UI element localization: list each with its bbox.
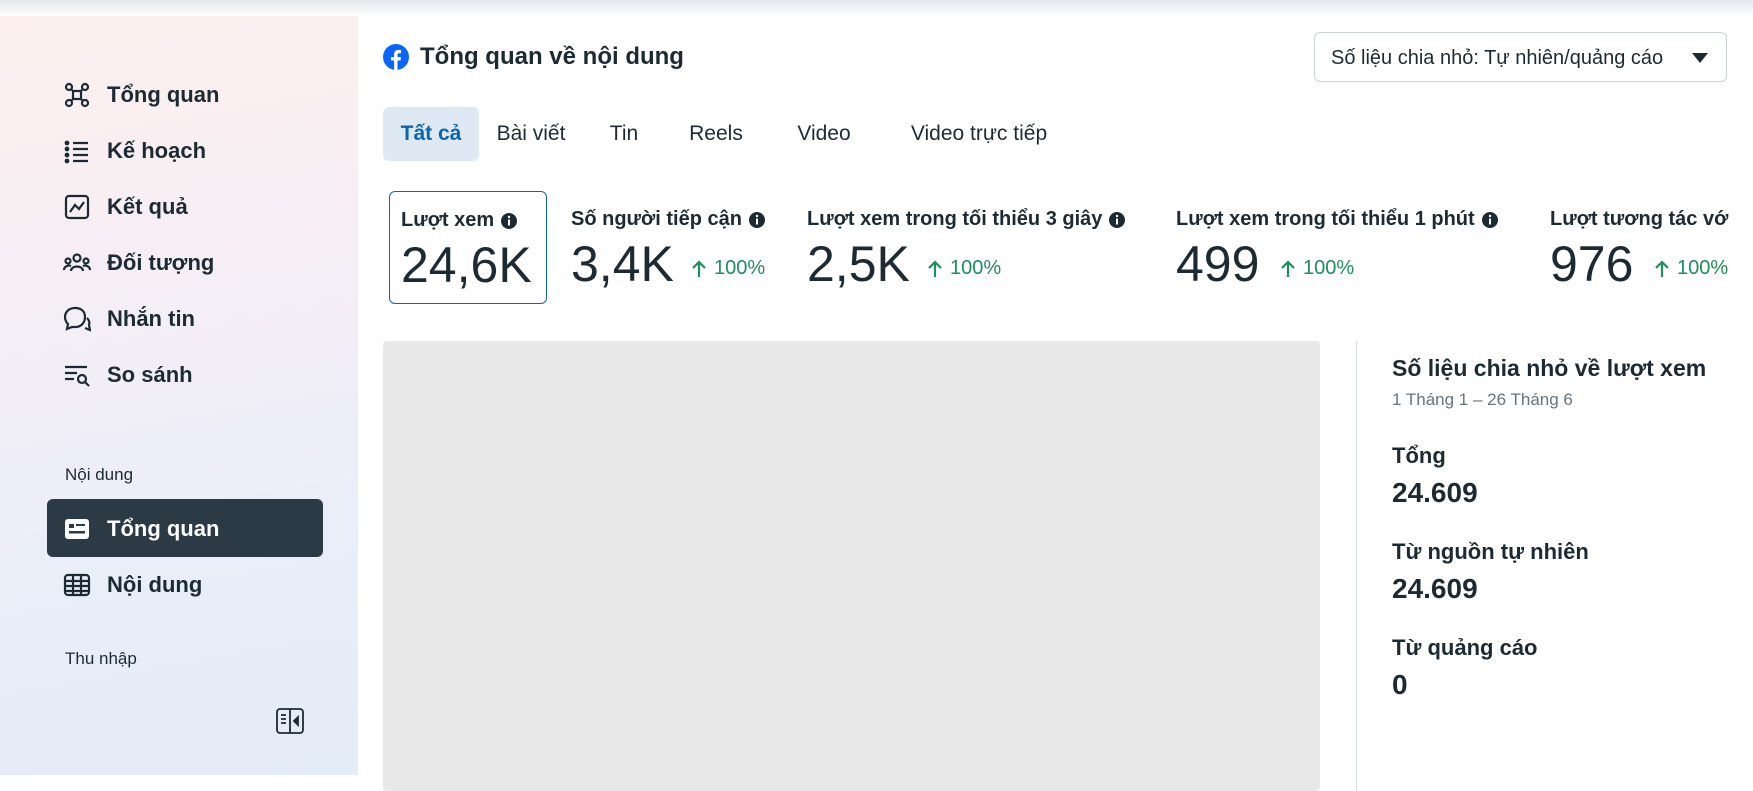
info-icon[interactable]: [1108, 211, 1126, 229]
metric-label: Lượt xem trong tối thiểu 3 giây: [807, 208, 1126, 231]
info-icon[interactable]: [500, 212, 518, 230]
arrow-up-icon: [1655, 259, 1669, 278]
metric-interactions[interactable]: Lượt tương tác vớ 976 100%: [1550, 191, 1753, 304]
panel-title: Số liệu chia nhỏ về lượt xem: [1392, 355, 1707, 381]
line-chart-icon: [63, 193, 91, 221]
tab-live-video[interactable]: Video trực tiếp: [884, 107, 1074, 161]
sidebar-item-results[interactable]: Kết quả: [47, 177, 323, 235]
arrow-up-icon: [928, 259, 942, 278]
metric-delta: 100%: [1655, 257, 1728, 280]
info-icon[interactable]: [1481, 211, 1499, 229]
metric-delta: 100%: [692, 257, 765, 280]
list-icon: [63, 137, 91, 165]
section-label-content: Nội dung: [65, 465, 134, 484]
sidebar-item-label: So sánh: [107, 362, 193, 387]
sidebar-item-label: Đối tượng: [107, 250, 215, 275]
ads-label: Từ quảng cáo: [1392, 635, 1538, 660]
arrow-up-icon: [692, 259, 706, 278]
sidebar-item-label: Nhắn tin: [107, 306, 195, 331]
sidebar-item-label: Kế hoạch: [107, 138, 207, 163]
metric-1min-views[interactable]: Lượt xem trong tối thiểu 1 phút 499 100%: [1176, 191, 1511, 304]
overview-icon: [63, 81, 91, 109]
sidebar-item-label: Nội dung: [107, 572, 203, 597]
tab-reels[interactable]: Reels: [668, 107, 764, 161]
metric-3s-views[interactable]: Lượt xem trong tối thiểu 3 giây 2,5K 100…: [807, 191, 1137, 304]
organic-value: 24.609: [1392, 573, 1478, 604]
facebook-icon: [383, 44, 409, 70]
metric-label: Lượt tương tác vớ: [1550, 208, 1729, 230]
dropdown-value: Số liệu chia nhỏ: Tự nhiên/quảng cáo: [1331, 47, 1664, 69]
metric-delta: 100%: [1281, 257, 1354, 280]
breakdown-dropdown[interactable]: Số liệu chia nhỏ: Tự nhiên/quảng cáo: [1314, 32, 1727, 82]
table-icon: [63, 571, 91, 599]
section-label-income: Thu nhập: [65, 649, 137, 668]
sidebar-item-messaging[interactable]: Nhắn tin: [47, 289, 323, 347]
content-overview-icon: [63, 515, 91, 543]
tab-posts[interactable]: Bài viết: [483, 107, 579, 161]
sidebar: Tổng quan Kế hoạch Kết quả Đối tượng Nhắ…: [0, 16, 358, 775]
divider: [1356, 341, 1357, 791]
page-title: Tổng quan về nội dung: [383, 43, 684, 71]
sidebar-item-content[interactable]: Nội dung: [47, 555, 323, 613]
top-bar: [0, 0, 1753, 16]
sidebar-item-compare[interactable]: So sánh: [47, 345, 323, 403]
chart-placeholder: [383, 341, 1320, 791]
sidebar-item-label: Tổng quan: [107, 82, 220, 107]
metric-label: Số người tiếp cận: [571, 208, 766, 231]
tab-all[interactable]: Tất cả: [383, 107, 479, 161]
sidebar-item-audience[interactable]: Đối tượng: [47, 233, 323, 291]
main-content: Tổng quan về nội dung Số liệu chia nhỏ: …: [358, 16, 1753, 791]
metric-value: 499: [1176, 236, 1260, 292]
compare-icon: [63, 361, 91, 389]
sidebar-item-plan[interactable]: Kế hoạch: [47, 121, 323, 179]
metric-delta: 100%: [928, 257, 1001, 280]
caret-down-icon: [1692, 51, 1708, 63]
tab-video[interactable]: Video: [779, 107, 869, 161]
total-label: Tổng: [1392, 443, 1446, 468]
metric-value: 976: [1550, 236, 1634, 292]
ads-value: 0: [1392, 669, 1408, 700]
metric-label: Lượt xem: [401, 209, 518, 232]
sidebar-item-content-overview[interactable]: Tổng quan: [47, 499, 323, 557]
sidebar-item-label: Tổng quan: [107, 516, 220, 541]
metric-value: 2,5K: [807, 236, 910, 292]
sidebar-item-label: Kết quả: [107, 194, 188, 219]
metric-value: 3,4K: [571, 236, 674, 292]
organic-label: Từ nguồn tự nhiên: [1392, 539, 1589, 564]
arrow-up-icon: [1281, 259, 1295, 278]
panel-date-range: 1 Tháng 1 – 26 Tháng 6: [1392, 390, 1573, 409]
audience-icon: [62, 249, 92, 277]
metric-reach[interactable]: Số người tiếp cận 3,4K 100%: [571, 191, 781, 304]
collapse-sidebar-icon[interactable]: [275, 706, 305, 736]
total-value: 24.609: [1392, 477, 1478, 508]
info-icon[interactable]: [748, 211, 766, 229]
tab-stories[interactable]: Tin: [594, 107, 654, 161]
metric-views[interactable]: Lượt xem 24,6K: [389, 191, 547, 304]
page-title-text: Tổng quan về nội dung: [420, 43, 684, 70]
chat-icon: [63, 305, 92, 333]
metric-label: Lượt xem trong tối thiểu 1 phút: [1176, 208, 1499, 231]
sidebar-item-overview[interactable]: Tổng quan: [47, 65, 323, 123]
metric-value: 24,6K: [401, 237, 532, 293]
